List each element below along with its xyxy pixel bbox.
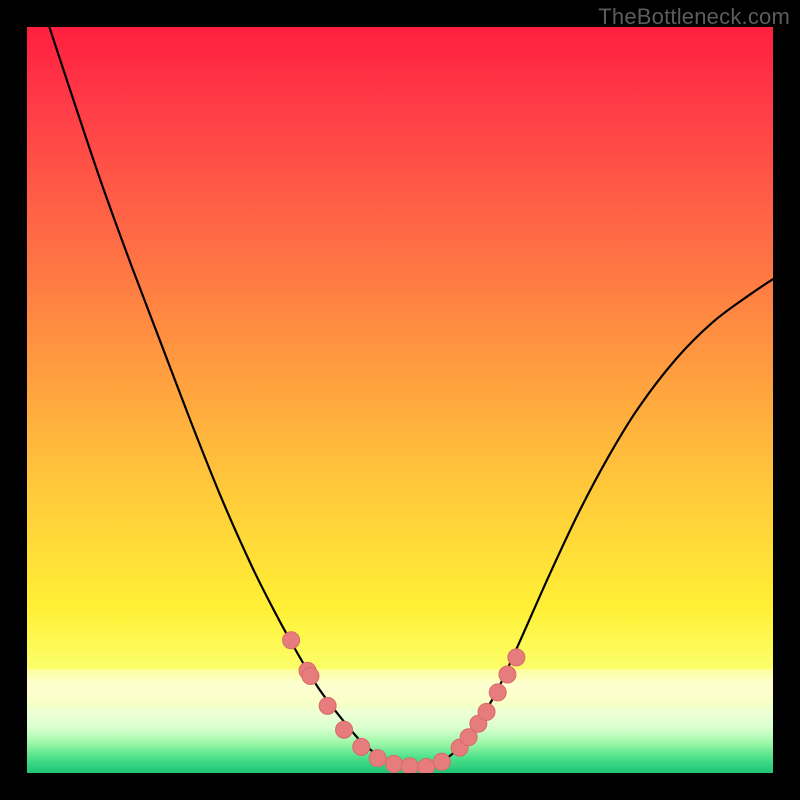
bottleneck-curve [49, 27, 773, 767]
marker-dot [489, 684, 506, 701]
marker-dot [369, 750, 386, 767]
watermark-text: TheBottleneck.com [598, 4, 790, 30]
chart-frame: TheBottleneck.com [0, 0, 800, 800]
marker-dot [478, 703, 495, 720]
marker-dot [336, 721, 353, 738]
right-markers [433, 649, 525, 770]
marker-dot [386, 756, 403, 773]
plot-area [27, 27, 773, 773]
marker-dot [283, 632, 300, 649]
marker-dot [319, 697, 336, 714]
marker-dot [433, 753, 450, 770]
marker-dot [508, 649, 525, 666]
marker-dot [418, 759, 435, 773]
marker-dot [499, 666, 516, 683]
marker-dot [302, 668, 319, 685]
marker-dot [353, 738, 370, 755]
left-markers [283, 632, 435, 773]
marker-dot [401, 758, 418, 773]
chart-svg [27, 27, 773, 773]
